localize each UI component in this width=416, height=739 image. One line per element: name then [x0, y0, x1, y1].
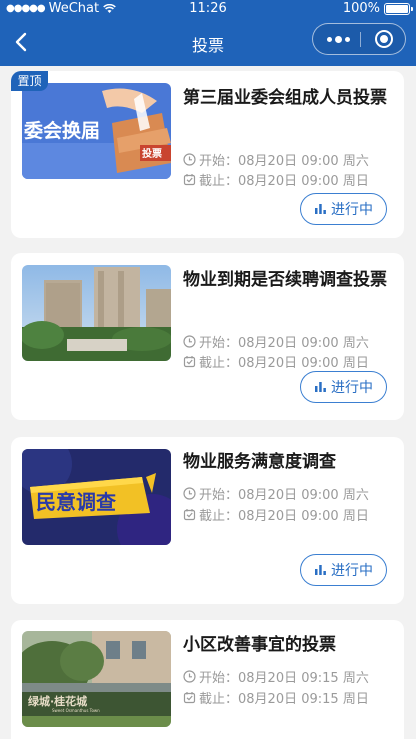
- status-bar: ●●●●● WeChat 11:26 100%: [0, 0, 416, 18]
- poll-card[interactable]: 投票 委会换届 置顶 第三届业委会组成人员投票 开始：08月20日 09:00 …: [11, 71, 404, 238]
- battery-icon: [384, 2, 413, 15]
- mini-program-capsule: [312, 23, 406, 55]
- pin-badge: 置顶: [11, 71, 48, 91]
- end-time: 截止：08月20日 09:00 周日: [199, 173, 369, 189]
- poll-thumbnail: [22, 265, 171, 361]
- thumbnail-caption: 委会换届: [23, 119, 100, 142]
- close-circle-icon[interactable]: [375, 30, 393, 48]
- start-time-row: 开始：08月20日 09:00 周六: [183, 483, 369, 503]
- poll-thumbnail: 绿城·桂花城 Sweet Osmanthus Town: [22, 631, 171, 727]
- poll-card[interactable]: 绿城·桂花城 Sweet Osmanthus Town 小区改善事宜的投票 开始…: [11, 620, 404, 739]
- poll-thumbnail: 民意调查: [22, 449, 171, 545]
- status-label: 进行中: [331, 563, 373, 579]
- status-label: 进行中: [331, 380, 373, 396]
- status-button[interactable]: 进行中: [300, 371, 387, 403]
- end-time-row: 截止：08月20日 09:00 周日: [183, 351, 369, 371]
- clock-icon: [183, 669, 196, 683]
- start-time: 开始：08月20日 09:00 周六: [199, 153, 369, 169]
- bar-chart-icon: [315, 204, 326, 214]
- start-time-row: 开始：08月20日 09:00 周六: [183, 149, 369, 169]
- bar-chart-icon: [315, 565, 326, 575]
- more-icon[interactable]: [327, 24, 350, 54]
- battery-percent: 100%: [342, 1, 380, 16]
- end-time: 截止：08月20日 09:00 周日: [199, 508, 369, 524]
- status-button[interactable]: 进行中: [300, 554, 387, 586]
- end-time-row: 截止：08月20日 09:00 周日: [183, 504, 369, 524]
- poll-title[interactable]: 物业服务满意度调查: [183, 449, 393, 476]
- clock-icon: [183, 334, 196, 348]
- poll-card[interactable]: 民意调查 物业服务满意度调查 开始：08月20日 09:00 周六 截止：08月…: [11, 437, 404, 604]
- end-time: 截止：08月20日 09:00 周日: [199, 355, 369, 371]
- poll-list: 投票 委会换届 置顶 第三届业委会组成人员投票 开始：08月20日 09:00 …: [0, 66, 416, 739]
- poll-title[interactable]: 小区改善事宜的投票: [183, 632, 393, 659]
- calendar-icon: [183, 508, 196, 520]
- capsule-divider: [360, 32, 361, 47]
- end-time-row: 截止：08月20日 09:15 周日: [183, 687, 369, 707]
- thumbnail-subcaption: Sweet Osmanthus Town: [52, 708, 100, 713]
- start-time: 开始：08月20日 09:00 周六: [199, 487, 369, 503]
- start-time: 开始：08月20日 09:00 周六: [199, 335, 369, 351]
- poll-thumbnail: 投票 委会换届: [22, 83, 171, 179]
- nav-bar: 投票: [0, 18, 416, 66]
- status-label: 进行中: [331, 202, 373, 218]
- calendar-icon: [183, 173, 196, 185]
- clock-icon: [183, 486, 196, 500]
- poll-title[interactable]: 第三届业委会组成人员投票: [183, 85, 393, 112]
- clock-icon: [183, 152, 196, 166]
- poll-title[interactable]: 物业到期是否续聘调查投票: [183, 267, 393, 294]
- start-time: 开始：08月20日 09:15 周六: [199, 670, 369, 686]
- calendar-icon: [183, 691, 196, 703]
- thumbnail-caption: 绿城·桂花城: [28, 694, 87, 708]
- bar-chart-icon: [315, 382, 326, 392]
- thumbnail-caption: 民意调查: [36, 490, 116, 514]
- poll-card[interactable]: 物业到期是否续聘调查投票 开始：08月20日 09:00 周六 截止：08月20…: [11, 253, 404, 420]
- end-time: 截止：08月20日 09:15 周日: [199, 691, 369, 707]
- end-time-row: 截止：08月20日 09:00 周日: [183, 169, 369, 189]
- thumbnail-tag-text: 投票: [142, 147, 162, 160]
- calendar-icon: [183, 355, 196, 367]
- status-button[interactable]: 进行中: [300, 193, 387, 225]
- start-time-row: 开始：08月20日 09:00 周六: [183, 331, 369, 351]
- start-time-row: 开始：08月20日 09:15 周六: [183, 666, 369, 686]
